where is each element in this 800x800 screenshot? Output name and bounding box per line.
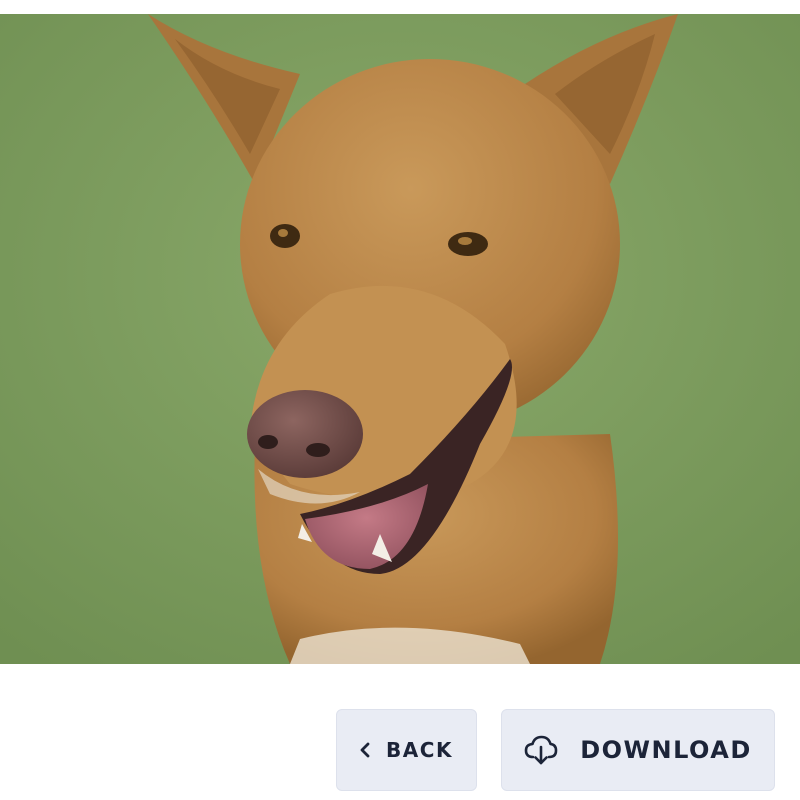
photo-viewer: BACK DOWNLOAD: [0, 0, 800, 800]
dog-nose: [247, 390, 363, 478]
download-button-label: DOWNLOAD: [580, 736, 752, 764]
back-button-label: BACK: [386, 738, 453, 762]
cloud-download-icon: [524, 735, 558, 765]
back-button[interactable]: BACK: [336, 709, 477, 791]
download-button[interactable]: DOWNLOAD: [501, 709, 775, 791]
dog-photo: [0, 14, 800, 664]
chevron-left-icon: [360, 742, 370, 758]
dog-photo-illustration: [0, 14, 800, 664]
action-bar: BACK DOWNLOAD: [0, 709, 800, 791]
